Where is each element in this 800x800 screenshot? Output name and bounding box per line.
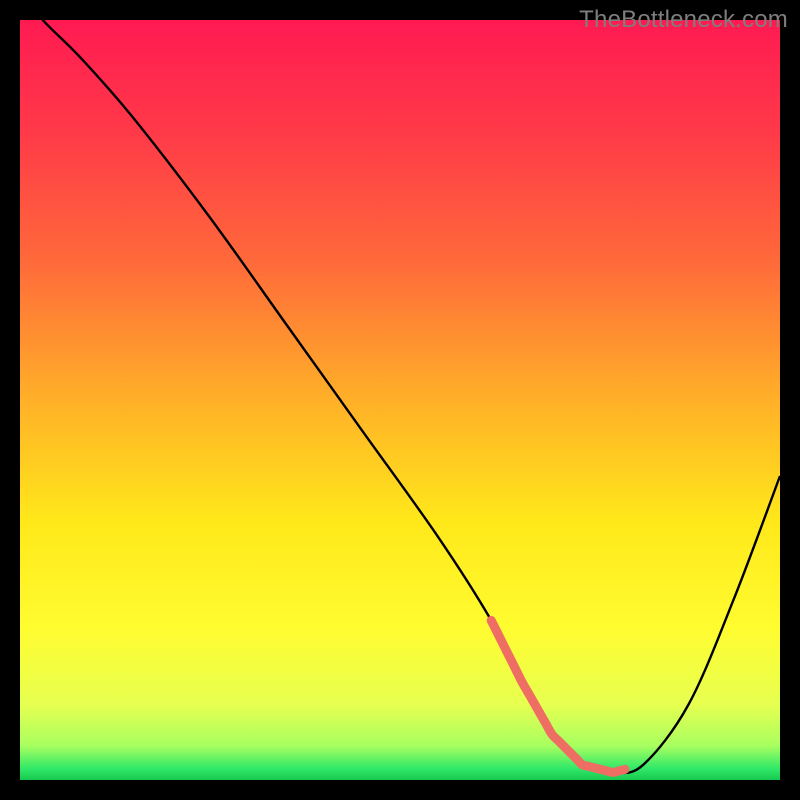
bottleneck-chart [0,0,800,800]
chart-background [20,20,780,780]
watermark-text: TheBottleneck.com [579,6,788,34]
